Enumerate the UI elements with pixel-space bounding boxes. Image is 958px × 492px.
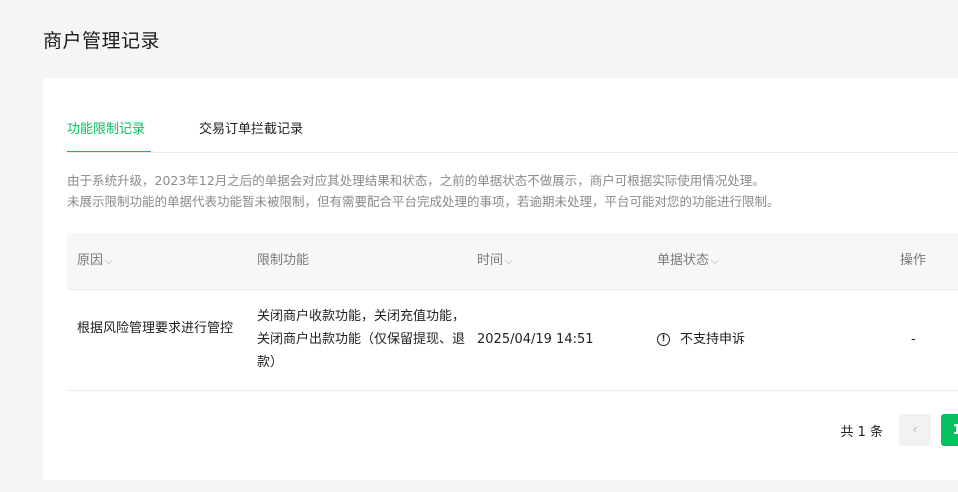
chevron-down-icon: ⌵: [711, 256, 719, 267]
notice-text: 由于系统升级，2023年12月之后的单据会对应其处理结果和状态，之前的单据状态不…: [67, 170, 780, 212]
notice-line-2: 未展示限制功能的单据代表功能暂未被限制，但有需要配合平台完成处理的事项，若逾期未…: [67, 194, 780, 209]
page-title: 商户管理记录: [43, 30, 161, 52]
info-circle-icon: !: [657, 333, 670, 346]
cell-status: ! 不支持申诉: [657, 328, 745, 351]
pagination-total: 共 1 条: [840, 424, 883, 440]
chevron-left-icon: ‹: [912, 422, 918, 438]
notice-line-1: 由于系统升级，2023年12月之后的单据会对应其处理结果和状态，之前的单据状态不…: [67, 173, 765, 188]
cell-action: -: [911, 332, 916, 347]
header-action: 操作: [900, 253, 927, 268]
records-table: 原因 ⌵ 限制功能 时间 ⌵ 单据状态 ⌵ 操作 根据风险管理要求进行管控 关闭商户收…: [67, 233, 958, 391]
status-label: 不支持申诉: [680, 332, 746, 347]
cell-time: 2025/04/19 14:51: [477, 332, 594, 347]
tab-function-restriction[interactable]: 功能限制记录: [67, 118, 151, 153]
tab-divider: [67, 152, 958, 153]
page-1-button[interactable]: 1: [941, 414, 958, 446]
tab-bar: 功能限制记录 交易订单拦截记录: [67, 118, 303, 153]
cell-function: 关闭商户收款功能，关闭充值功能，关闭商户出款功能（仅保留提现、退款）: [257, 309, 466, 370]
table-row: 根据风险管理要求进行管控 关闭商户收款功能，关闭充值功能，关闭商户出款功能（仅保…: [67, 290, 958, 391]
pagination: 共 1 条 ‹ 1: [840, 414, 958, 446]
header-status-label: 单据状态: [657, 253, 710, 268]
header-time-label: 时间: [477, 253, 504, 268]
records-card: 功能限制记录 交易订单拦截记录 由于系统升级，2023年12月之后的单据会对应其…: [43, 78, 958, 480]
header-reason[interactable]: 原因 ⌵: [77, 233, 113, 289]
header-status[interactable]: 单据状态 ⌵: [657, 233, 719, 289]
header-reason-label: 原因: [77, 253, 104, 268]
tab-order-interception[interactable]: 交易订单拦截记录: [199, 118, 303, 153]
header-time[interactable]: 时间 ⌵: [477, 233, 513, 289]
header-function: 限制功能: [257, 253, 310, 268]
chevron-down-icon: ⌵: [105, 256, 113, 267]
cell-reason: 根据风险管理要求进行管控: [77, 321, 234, 336]
chevron-down-icon: ⌵: [505, 256, 513, 267]
table-header: 原因 ⌵ 限制功能 时间 ⌵ 单据状态 ⌵ 操作: [67, 233, 958, 290]
prev-page-button[interactable]: ‹: [899, 414, 931, 446]
